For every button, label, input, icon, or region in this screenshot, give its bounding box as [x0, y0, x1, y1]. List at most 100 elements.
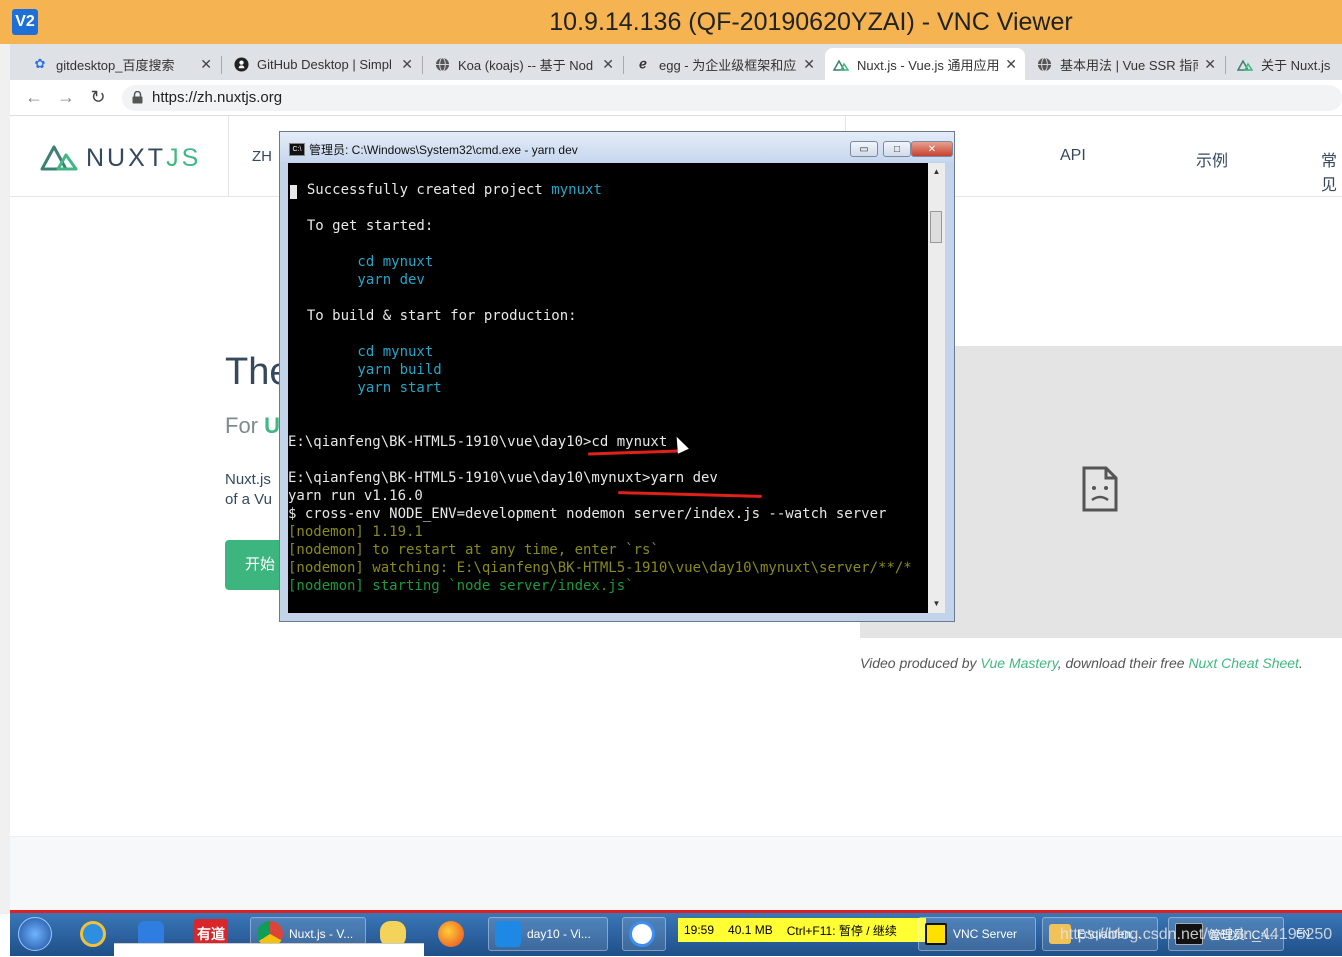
browser-tab-strip: ✿ gitdesktop_百度搜索 ✕ GitHub Desktop | Sim…	[10, 44, 1342, 80]
blog-watermark: https://blog.csdn.net/weixin_44195250	[1060, 926, 1333, 943]
terminal-line: yarn start	[290, 380, 442, 396]
tab-label: gitdesktop_百度搜索	[56, 57, 175, 73]
close-icon[interactable]: ✕	[200, 56, 212, 73]
taskbar-vnc-server[interactable]: VNC Server	[918, 917, 1036, 951]
vnc-server-icon	[925, 923, 947, 945]
close-button[interactable]: ✕	[911, 141, 953, 157]
terminal-output[interactable]: Successfully created project mynuxt To g…	[288, 163, 928, 613]
close-icon[interactable]: ✕	[401, 56, 413, 73]
nuxt-icon	[1237, 56, 1253, 72]
taskbar-baidu-netdisk[interactable]	[622, 917, 666, 951]
tab-label: GitHub Desktop | Simpl	[257, 56, 392, 72]
terminal-line: yarn build	[290, 362, 442, 378]
reload-icon[interactable]: ↻	[86, 86, 110, 108]
cheat-sheet-link[interactable]: Nuxt Cheat Sheet	[1188, 655, 1299, 671]
close-icon[interactable]: ✕	[1005, 56, 1017, 73]
tab-label: Koa (koajs) -- 基于 Nod	[458, 57, 594, 73]
tab-label: 基本用法 | Vue SSR 指南	[1060, 57, 1199, 73]
url-field[interactable]: https://zh.nuxtjs.org	[122, 85, 1342, 111]
broken-file-icon	[1082, 466, 1118, 512]
video-credit: Video produced by Vue Mastery, download …	[860, 655, 1303, 671]
scroll-thumb[interactable]	[930, 211, 942, 243]
firefox-icon	[438, 921, 464, 947]
scrollbar[interactable]: ▲ ▼	[928, 163, 945, 613]
tab-label: Nuxt.js - Vue.js 通用应用	[857, 57, 1000, 73]
red-underline-annotation	[617, 491, 763, 498]
cloud-icon	[629, 921, 655, 947]
close-icon[interactable]: ✕	[1204, 56, 1216, 73]
tab-about-nuxt[interactable]: 关于 Nuxt.js -	[1229, 48, 1342, 80]
github-icon	[233, 56, 249, 72]
back-arrow-icon[interactable]: ←	[22, 86, 46, 108]
terminal-line: $ cross-env NODE_ENV=development nodemon…	[288, 506, 887, 522]
status-hint: Ctrl+F11: 暂停 / 继续	[786, 923, 897, 938]
maximize-button[interactable]: □	[883, 141, 911, 157]
nuxt-icon	[833, 56, 849, 72]
nuxt-logo-icon	[40, 145, 78, 171]
tab-label: 关于 Nuxt.js -	[1261, 57, 1334, 73]
terminal-line: E:\qianfeng\BK-HTML5-1910\vue\day10\mynu…	[288, 470, 718, 486]
globe-icon	[434, 56, 450, 72]
terminal-line: To build & start for production:	[290, 308, 577, 324]
taskbar-firefox[interactable]	[438, 917, 478, 951]
tab-gitdesktop[interactable]: ✿ gitdesktop_百度搜索 ✕	[24, 48, 220, 80]
terminal-line: cd mynuxt	[290, 254, 434, 270]
nav-item-faq[interactable]: 常见	[1321, 147, 1342, 195]
cmd-app-icon: C:\	[289, 143, 305, 156]
scroll-down-icon[interactable]: ▼	[928, 599, 945, 608]
terminal-line: [nodemon] starting `node server/index.js…	[288, 578, 634, 594]
cmd-titlebar[interactable]: C:\ 管理员: C:\Windows\System32\cmd.exe - y…	[280, 132, 954, 162]
lock-icon	[132, 90, 143, 109]
tab-github-desktop[interactable]: GitHub Desktop | Simpl ✕	[225, 48, 421, 80]
forward-arrow-icon[interactable]: →	[54, 86, 78, 108]
taskbar-vscode[interactable]: day10 - Vi...	[488, 917, 608, 951]
tab-egg[interactable]: ℯ egg - 为企业级框架和应用 ✕	[627, 48, 823, 80]
terminal-line: [nodemon] to restart at any time, enter …	[288, 542, 659, 558]
ie-icon	[80, 921, 106, 947]
window-title: 10.9.14.136 (QF-20190620YZAI) - VNC View…	[549, 8, 1073, 36]
start-button[interactable]	[18, 917, 62, 951]
vnc-title-bar[interactable]: V2 10.9.14.136 (QF-20190620YZAI) - VNC V…	[0, 0, 1342, 45]
tab-divider	[623, 56, 624, 74]
terminal-line: yarn dev	[290, 272, 425, 288]
tab-divider	[221, 56, 222, 74]
terminal-line: [nodemon] watching: E:\qianfeng\BK-HTML5…	[288, 560, 912, 576]
tab-nuxt-active[interactable]: Nuxt.js - Vue.js 通用应用 ✕	[825, 48, 1025, 80]
vnc-status-bar: 19:59 40.1 MB Ctrl+F11: 暂停 / 继续	[678, 918, 926, 942]
terminal-line: yarn run v1.16.0	[288, 488, 423, 504]
vue-mastery-link[interactable]: Vue Mastery	[980, 655, 1057, 671]
address-bar: ← → ↻ https://zh.nuxtjs.org	[10, 80, 1342, 116]
terminal-line: [nodemon] 1.19.1	[288, 524, 423, 540]
tab-divider	[1225, 56, 1226, 74]
baidu-paw-icon: ✿	[34, 56, 46, 71]
vscode-icon	[495, 921, 521, 947]
terminal-line: To get started:	[290, 218, 434, 234]
url-text: https://zh.nuxtjs.org	[152, 89, 283, 106]
terminal-line: cd mynuxt	[290, 344, 434, 360]
globe-icon	[1036, 56, 1052, 72]
cmd-window[interactable]: C:\ 管理员: C:\Windows\System32\cmd.exe - y…	[279, 131, 955, 622]
tab-divider	[422, 56, 423, 74]
logo-wordmark: NUXTJS	[86, 144, 202, 172]
cmd-title: 管理员: C:\Windows\System32\cmd.exe - yarn …	[309, 143, 578, 157]
status-memory: 40.1 MB	[728, 923, 773, 937]
nav-item-api[interactable]: API	[1060, 147, 1086, 165]
terminal-line: Successfully created project mynuxt	[290, 182, 602, 198]
nav-item-examples[interactable]: 示例	[1196, 147, 1228, 171]
terminal-line: E:\qianfeng\BK-HTML5-1910\vue\day10>cd m…	[288, 434, 668, 450]
minimize-button[interactable]: ▭	[850, 141, 878, 157]
page-footer-band	[10, 836, 1342, 911]
status-time: 19:59	[684, 923, 715, 937]
egg-icon: ℯ	[639, 56, 647, 71]
windows-start-icon	[18, 917, 52, 951]
tab-vue-ssr[interactable]: 基本用法 | Vue SSR 指南 ✕	[1028, 48, 1224, 80]
close-icon[interactable]: ✕	[602, 56, 614, 73]
site-logo[interactable]: NUXTJS	[10, 116, 229, 196]
tab-koa[interactable]: Koa (koajs) -- 基于 Nod ✕	[426, 48, 622, 80]
tab-label: egg - 为企业级框架和应用	[659, 57, 798, 73]
scroll-up-icon[interactable]: ▲	[928, 167, 945, 176]
host-taskbar-strip	[114, 943, 424, 957]
language-switcher[interactable]: ZH	[252, 148, 272, 165]
close-icon[interactable]: ✕	[803, 56, 815, 73]
hero-subtitle: For U	[225, 413, 281, 438]
